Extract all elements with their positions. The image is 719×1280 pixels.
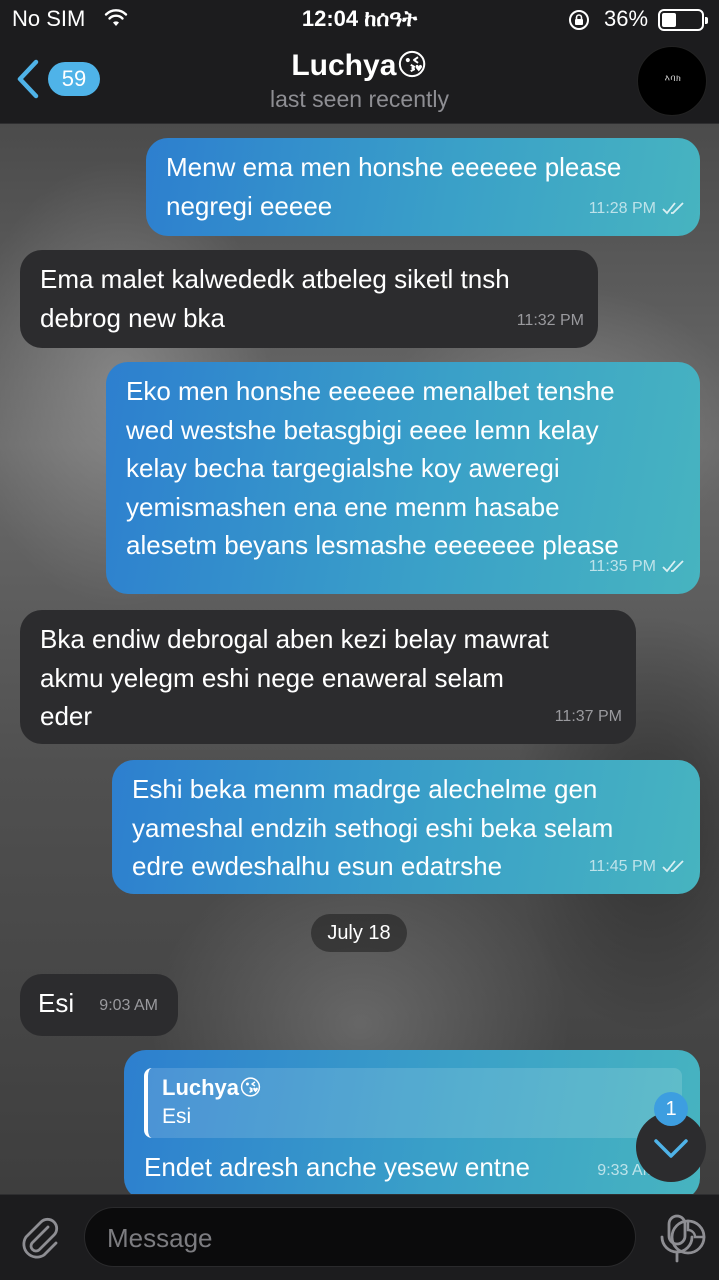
message-input-bar: Message bbox=[0, 1194, 719, 1280]
message-text: Bka endiw debrogal aben kezi belay mawra… bbox=[40, 624, 549, 731]
message-bubble-outgoing[interactable]: Menw ema men honshe eeeeee please negreg… bbox=[146, 138, 700, 236]
reply-author: Luchya😘 bbox=[162, 1075, 262, 1100]
battery-icon bbox=[658, 9, 708, 31]
message-placeholder: Message bbox=[107, 1223, 213, 1253]
contact-last-seen: last seen recently bbox=[270, 86, 449, 112]
unread-mentions-badge: 1 bbox=[654, 1092, 688, 1126]
status-bar: No SIM 12:04 ከሰዓት 36% bbox=[0, 0, 719, 40]
battery-tip bbox=[705, 17, 708, 24]
battery-level-fill bbox=[662, 13, 676, 27]
double-check-icon bbox=[662, 559, 684, 572]
date-separator: July 18 bbox=[311, 914, 407, 952]
lock-rotation-icon bbox=[569, 10, 589, 30]
message-time: 11:28 PM bbox=[589, 190, 686, 229]
message-text: Eko men honshe eeeeee menalbet tenshe we… bbox=[126, 376, 619, 560]
message-bubble-outgoing[interactable]: Eshi beka menm madrge alechelme gen yame… bbox=[112, 760, 700, 894]
avatar-label: እባክ bbox=[664, 73, 682, 83]
message-bubble-incoming[interactable]: Bka endiw debrogal aben kezi belay mawra… bbox=[20, 610, 636, 744]
double-check-icon bbox=[662, 859, 684, 872]
paperclip-icon[interactable] bbox=[18, 1215, 62, 1261]
message-time: 11:45 PM bbox=[589, 848, 686, 887]
reply-text: Esi bbox=[162, 1105, 192, 1128]
message-bubble-incoming[interactable]: Esi 9:03 AM bbox=[20, 974, 178, 1036]
message-bubble-outgoing-reply[interactable]: Luchya😘 Esi Endet adresh anche yesew ent… bbox=[124, 1050, 700, 1200]
message-text: Endet adresh anche yesew entne bbox=[144, 1152, 530, 1182]
microphone-icon[interactable] bbox=[656, 1213, 698, 1265]
message-time: 11:35 PM bbox=[589, 548, 686, 587]
message-timestamp: 11:45 PM bbox=[588, 857, 656, 875]
contact-name[interactable]: Luchya😘 bbox=[0, 48, 719, 83]
message-bubble-incoming[interactable]: Ema malet kalwededk atbeleg siketl tnsh … bbox=[20, 250, 598, 348]
message-bubble-outgoing[interactable]: Eko men honshe eeeeee menalbet tenshe we… bbox=[106, 362, 700, 594]
message-timestamp: 11:28 PM bbox=[588, 199, 656, 217]
message-timestamp: 11:35 PM bbox=[588, 557, 656, 575]
message-time: 11:32 PM bbox=[516, 311, 584, 329]
message-time: 9:03 AM bbox=[99, 996, 158, 1014]
reply-quote[interactable]: Luchya😘 Esi bbox=[144, 1068, 682, 1138]
battery-percentage: 36% bbox=[604, 6, 649, 31]
message-time: 11:37 PM bbox=[554, 707, 622, 725]
double-check-icon bbox=[662, 201, 684, 214]
avatar[interactable]: እባክ bbox=[637, 46, 707, 116]
chat-header: 59 Luchya😘 last seen recently እባክ bbox=[0, 40, 719, 124]
message-input[interactable]: Message bbox=[84, 1207, 706, 1267]
message-text: Ema malet kalwededk atbeleg siketl tnsh … bbox=[40, 264, 510, 333]
